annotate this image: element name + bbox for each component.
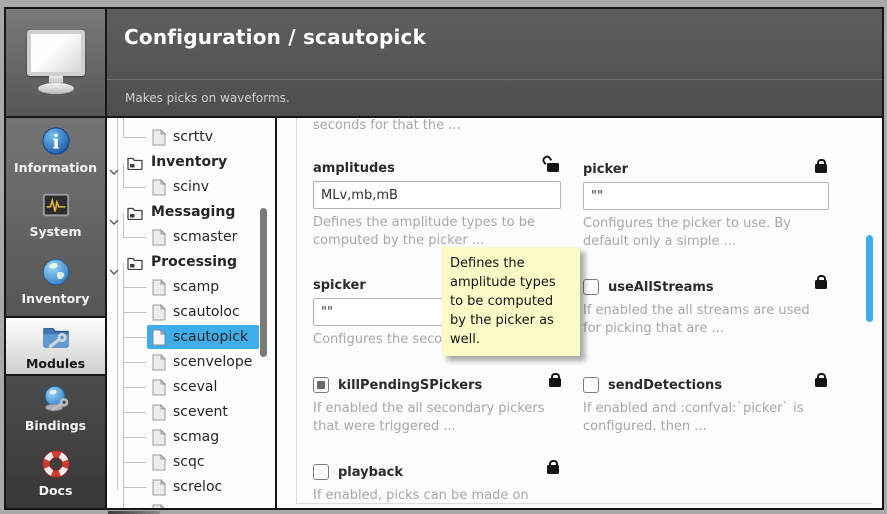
tree-item-inventory-group[interactable]: Inventory [107,150,275,175]
module-tree: scrttv Inventory scinv Messaging scm [107,118,277,508]
field-playback: playback If enabled, picks can be made o… [313,463,561,505]
tooltip: Defines the amplitude types to be comput… [442,247,580,356]
field-help: Configures the picker to use. By default… [583,215,829,251]
file-icon [152,404,166,430]
sidebar: i Information System Inventory [6,118,107,508]
field-label: amplitudes [313,161,561,176]
sendDetections-checkbox[interactable] [583,377,599,393]
globe-tools-icon [40,383,72,415]
sidebar-item-inventory[interactable]: Inventory [6,246,105,316]
lock-icon[interactable] [549,378,561,387]
folder-tools-icon [40,321,72,353]
playback-checkbox[interactable] [313,464,329,480]
file-icon [152,454,166,480]
config-panel: seconds for that the ... amplitudes Defi… [277,118,882,508]
sidebar-item-label: Bindings [25,418,86,433]
scconfig-window: Configuration / scautopick Makes picks o… [4,7,884,510]
panel-frame-line [296,118,297,504]
field-killPendingSPickers: killPendingSPickers If enabled the all s… [313,376,563,436]
field-help: If enabled, picks can be made on [313,487,561,505]
killPendingSPickers-checkbox[interactable] [313,377,329,393]
sidebar-item-docs[interactable]: Docs [6,440,105,505]
tree-item-partial[interactable] [107,500,275,508]
clipped-help-text: seconds for that the ... [313,118,461,133]
system-activity-icon [40,189,72,221]
sidebar-item-label: Docs [39,483,73,498]
header-divider [107,79,882,80]
field-help: If enabled the all streams are used for … [583,302,829,338]
field-label: killPendingSPickers [338,378,482,393]
field-label: playback [338,465,403,480]
field-label: picker [583,162,829,177]
lock-icon[interactable] [815,378,827,387]
sidebar-item-label: System [29,224,81,239]
sidebar-item-label: Modules [26,356,85,371]
picker-input[interactable] [583,182,829,210]
tree-vertical-scrollbar[interactable] [260,208,267,357]
field-label: sendDetections [608,378,722,393]
file-icon [152,429,166,455]
folder-icon [127,204,143,229]
field-help: Defines the amplitude types to be comput… [313,214,561,250]
info-icon: i [40,125,72,157]
config-vertical-scrollbar[interactable] [866,235,873,322]
unlock-icon[interactable] [547,163,559,172]
folder-icon [127,254,143,279]
sidebar-item-information[interactable]: i Information [6,118,105,182]
page-header: Configuration / scautopick Makes picks o… [107,9,882,118]
sidebar-item-modules[interactable]: Modules [6,316,105,376]
globe-icon [40,256,72,288]
screenshot-root: Configuration / scautopick Makes picks o… [0,0,887,514]
field-amplitudes: amplitudes Defines the amplitude types t… [313,161,561,250]
folder-icon [127,154,143,179]
amplitudes-input[interactable] [313,181,561,209]
file-icon [152,329,166,355]
sidebar-item-label: Inventory [22,291,90,306]
file-icon [152,279,166,305]
sidebar-item-system[interactable]: System [6,182,105,246]
page-subtitle: Makes picks on waveforms. [125,91,290,105]
field-help: If enabled the all secondary pickers tha… [313,400,563,436]
file-icon [152,354,166,380]
lock-icon[interactable] [547,465,559,474]
field-sendDetections: sendDetections If enabled and :confval:`… [583,376,829,436]
lifebuoy-icon [40,448,72,480]
field-picker: picker Configures the picker to use. By … [583,162,829,251]
useAllStreams-checkbox[interactable] [583,279,599,295]
lock-icon[interactable] [815,164,827,173]
tree-item-processing-group[interactable]: Processing [107,250,275,275]
sidebar-item-label: Information [14,160,97,175]
monitor-icon [25,30,87,96]
page-title: Configuration / scautopick [124,25,426,49]
lock-icon[interactable] [815,280,827,289]
svg-text:i: i [52,131,59,154]
app-icon-panel [6,9,107,118]
file-icon [152,304,166,330]
tree-item-messaging-group[interactable]: Messaging [107,200,275,225]
file-icon [152,504,166,508]
field-help: If enabled and :confval:`picker` is conf… [583,400,829,436]
tree-item-scrttv[interactable]: scrttv [107,125,275,150]
field-label: useAllStreams [608,280,714,295]
sidebar-item-bindings[interactable]: Bindings [6,376,105,440]
file-icon [152,479,166,505]
field-useAllStreams: useAllStreams If enabled the all streams… [583,278,829,338]
file-icon [152,379,166,405]
